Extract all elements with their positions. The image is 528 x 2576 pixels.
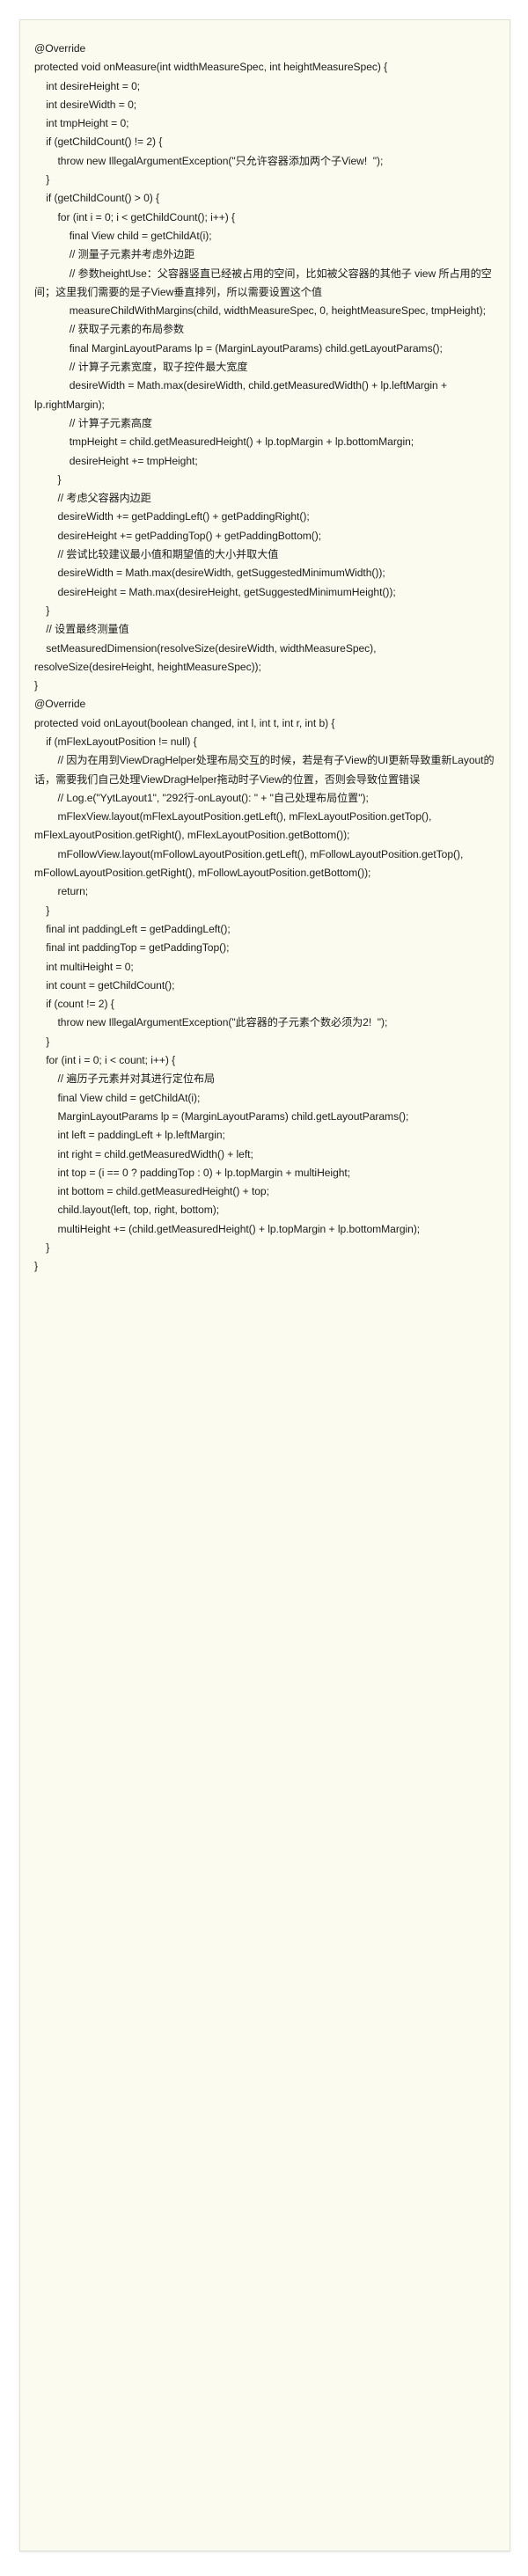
code-line: } (34, 604, 50, 617)
code-line: measureChildWithMargins(child, widthMeas… (34, 304, 486, 318)
code-line: // Log.e("YytLayout1", "292行-onLayout():… (34, 791, 369, 804)
code-line: setMeasuredDimension(resolveSize(desireW… (34, 641, 379, 673)
code-line: return; (34, 885, 89, 898)
code-line: // 考虑父容器内边距 (34, 492, 151, 505)
code-line: int multiHeight = 0; (34, 960, 134, 973)
code-line: // 测量子元素并考虑外边距 (34, 248, 195, 261)
code-line: if (count != 2) { (34, 998, 114, 1011)
code-line: int desireHeight = 0; (34, 79, 141, 92)
code-line: if (mFlexLayoutPosition != null) { (34, 735, 197, 748)
code-line: desireWidth += getPaddingLeft() + getPad… (34, 510, 310, 523)
code-line: throw new IllegalArgumentException("只允许容… (34, 154, 384, 167)
code-line: // 遍历子元素并对其进行定位布局 (34, 1072, 216, 1086)
code-line: @Override (34, 42, 86, 55)
code-line: if (getChildCount() != 2) { (34, 135, 163, 149)
code-line: mFlexView.layout(mFlexLayoutPosition.get… (34, 810, 435, 842)
code-block[interactable]: @Override protected void onMeasure(int wi… (34, 40, 497, 1277)
code-line: for (int i = 0; i < count; i++) { (34, 1054, 176, 1067)
code-line: // 获取子元素的布局参数 (34, 323, 185, 336)
code-line: int tmpHeight = 0; (34, 117, 129, 130)
code-line: } (34, 679, 38, 692)
code-line: int bottom = child.getMeasuredHeight() +… (34, 1185, 269, 1198)
code-line: // 设置最终测量值 (34, 623, 129, 636)
code-line: child.layout(left, top, right, bottom); (34, 1204, 220, 1217)
code-line: MarginLayoutParams lp = (MarginLayoutPar… (34, 1109, 409, 1123)
code-line: } (34, 1035, 50, 1048)
code-line: } (34, 1260, 38, 1273)
code-line: protected void onLayout(boolean changed,… (34, 716, 335, 729)
code-line: int left = paddingLeft + lp.leftMargin; (34, 1129, 225, 1142)
code-line: final View child = getChildAt(i); (34, 1091, 201, 1104)
page-root: @Override protected void onMeasure(int wi… (0, 0, 528, 2576)
code-line: int count = getChildCount(); (34, 978, 175, 992)
code-line: protected void onMeasure(int widthMeasur… (34, 61, 388, 74)
code-line: desireWidth = Math.max(desireWidth, getS… (34, 567, 385, 580)
code-line: // 计算子元素高度 (34, 416, 152, 429)
code-line: int right = child.getMeasuredWidth() + l… (34, 1147, 253, 1160)
code-line: // 因为在用到ViewDragHelper处理布局交互的时候，若是有子View… (34, 754, 495, 786)
code-line: // 参数heightUse：父容器竖直已经被占用的空间，比如被父容器的其他子 … (34, 267, 492, 298)
code-line: } (34, 173, 50, 187)
code-line: if (getChildCount() > 0) { (34, 192, 160, 205)
code-line: desireHeight += tmpHeight; (34, 454, 198, 467)
code-line: final int paddingLeft = getPaddingLeft()… (34, 922, 231, 935)
code-line: int top = (i == 0 ? paddingTop : 0) + lp… (34, 1166, 351, 1179)
code-line: // 尝试比较建议最小值和期望值的大小并取大值 (34, 548, 279, 561)
code-line: for (int i = 0; i < getChildCount(); i++… (34, 210, 236, 223)
code-line: throw new IllegalArgumentException("此容器的… (34, 1016, 388, 1029)
code-line: mFollowView.layout(mFollowLayoutPosition… (34, 847, 466, 880)
code-line: desireHeight += getPaddingTop() + getPad… (34, 529, 322, 542)
code-line: } (34, 904, 50, 917)
code-line: } (34, 472, 62, 486)
code-line: int desireWidth = 0; (34, 98, 137, 111)
code-line: desireHeight = Math.max(desireHeight, ge… (34, 585, 396, 598)
code-line: // 计算子元素宽度，取子控件最大宽度 (34, 361, 248, 374)
code-line: desireWidth = Math.max(desireWidth, chil… (34, 379, 451, 411)
code-line: multiHeight += (child.getMeasuredHeight(… (34, 1222, 421, 1235)
code-line: @Override (34, 698, 86, 711)
code-line: final View child = getChildAt(i); (34, 229, 212, 242)
code-line: final int paddingTop = getPaddingTop(); (34, 941, 230, 955)
code-snippet-card: @Override protected void onMeasure(int wi… (19, 19, 510, 2551)
code-line: tmpHeight = child.getMeasuredHeight() + … (34, 435, 414, 449)
code-line: } (34, 1241, 50, 1254)
code-line: final MarginLayoutParams lp = (MarginLay… (34, 341, 443, 355)
